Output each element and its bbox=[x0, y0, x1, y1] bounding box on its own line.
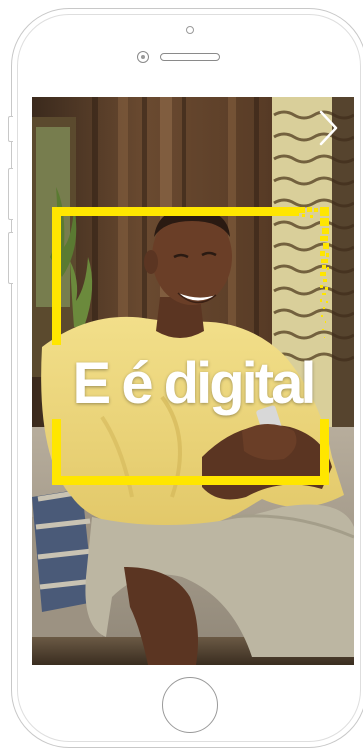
chevron-right-icon bbox=[319, 110, 338, 146]
front-camera bbox=[186, 26, 194, 34]
silent-switch bbox=[8, 116, 13, 142]
frame-left-upper-edge bbox=[52, 207, 61, 345]
slide-headline: E é digital bbox=[72, 351, 317, 416]
volume-down-button bbox=[8, 232, 13, 284]
frame-bottom-edge bbox=[52, 476, 329, 485]
next-slide-button[interactable] bbox=[316, 109, 342, 147]
app-screen: E é digital bbox=[32, 97, 354, 665]
volume-up-button bbox=[8, 168, 13, 220]
camera-sensor bbox=[137, 51, 149, 63]
frame-right-lower-edge bbox=[320, 419, 329, 485]
frame-left-lower-edge bbox=[52, 419, 61, 485]
frame-pixel-dissolve bbox=[299, 207, 329, 338]
earpiece-speaker bbox=[160, 53, 220, 61]
home-button[interactable] bbox=[162, 677, 218, 733]
frame-top-edge bbox=[52, 207, 299, 216]
